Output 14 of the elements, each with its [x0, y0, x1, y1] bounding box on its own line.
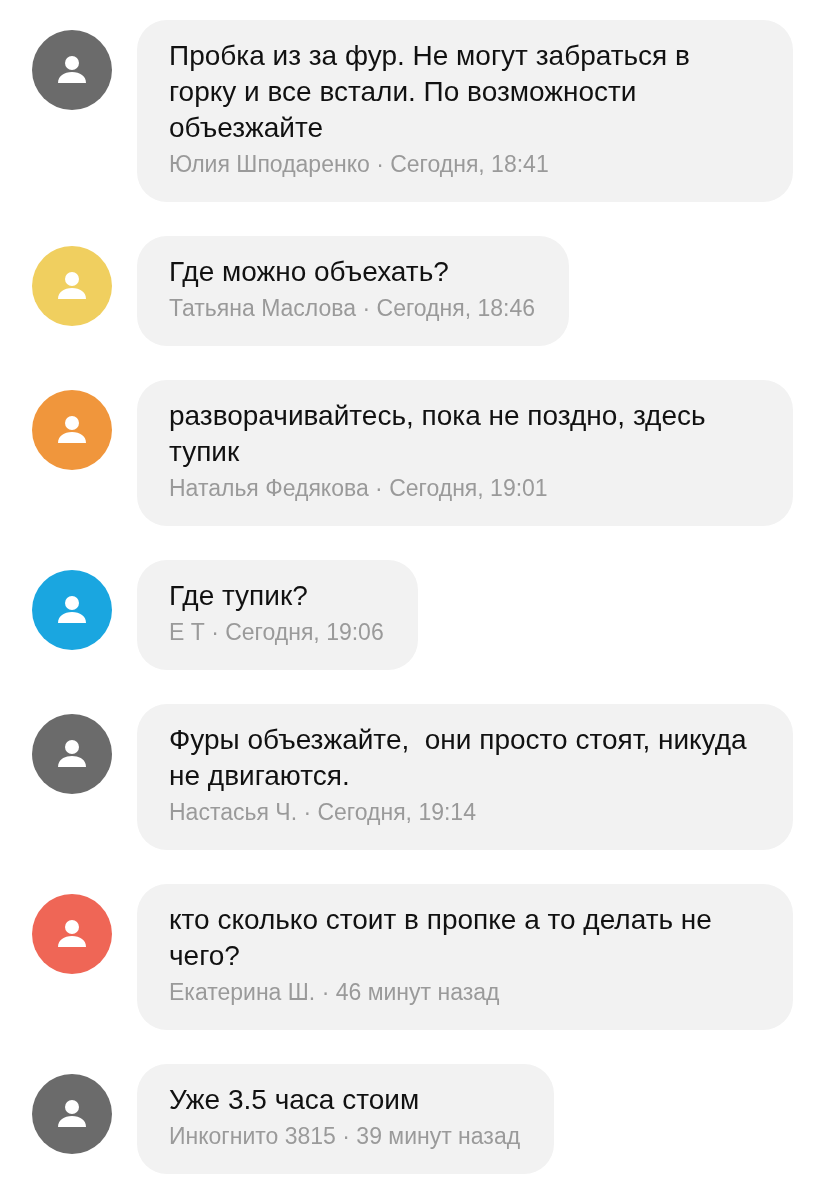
message-meta: Екатерина Ш. · 46 минут назад: [169, 978, 501, 1007]
message-text: кто сколько стоит в пропке а то делать не чего?: [169, 903, 713, 973]
message-meta: Е Т · Сегодня, 19:06: [169, 618, 384, 647]
message-meta: Татьяна Маслова · Сегодня, 18:46: [169, 294, 535, 323]
message-meta: Наталья Федякова · Сегодня, 19:01: [169, 474, 549, 503]
message-meta: Юлия Шподаренко · Сегодня, 18:41: [169, 150, 550, 179]
message-text: Где тупик?: [169, 579, 309, 613]
message-meta: Инкогнито 3815 · 39 минут назад: [169, 1122, 521, 1151]
message-text: Фуры объезжайте, они просто стоят, никуда не двигаются.: [169, 723, 748, 793]
message-text: Пробка из за фур. Не могут забраться в горку и все встали. По возможности объезжайте: [169, 39, 691, 145]
message-text: разворачивайтесь, пока не поздно, здесь тупик: [169, 399, 707, 469]
message-meta: Настасья Ч. · Сегодня, 19:14: [169, 798, 477, 827]
message-text: Где можно объехать?: [169, 255, 450, 289]
message-text: Уже 3.5 часа стоим: [169, 1083, 421, 1117]
